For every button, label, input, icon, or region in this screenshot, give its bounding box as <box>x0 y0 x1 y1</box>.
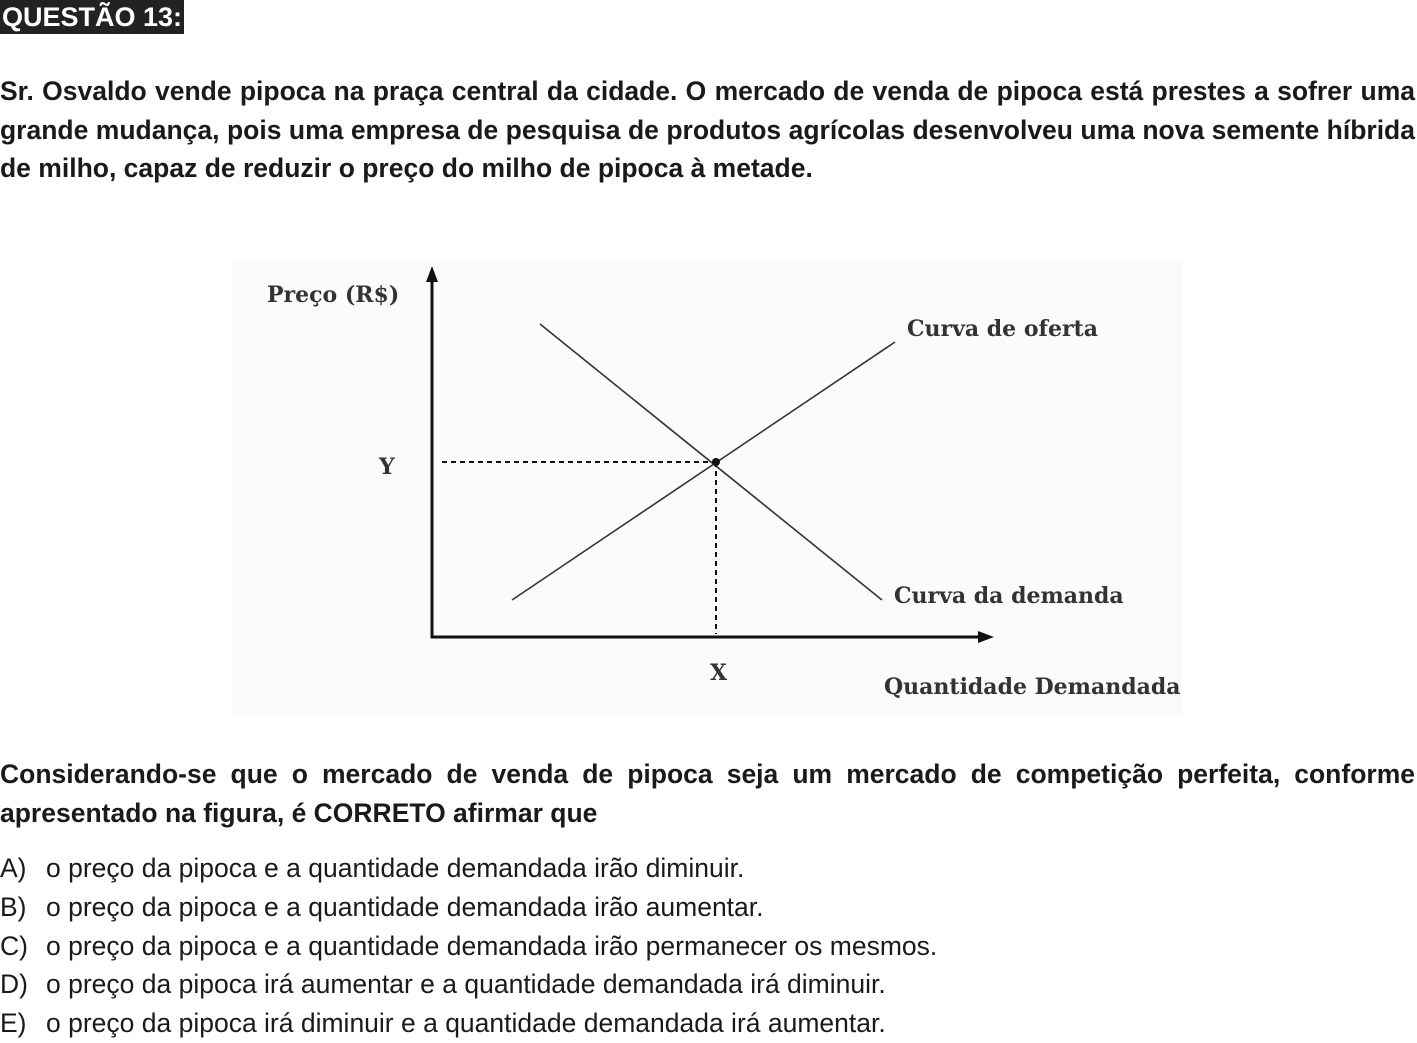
equilibrium-quantity-label: X <box>710 660 728 686</box>
answer-options: A) o preço da pipoca e a quantidade deman… <box>0 849 937 1043</box>
option-letter: E) <box>0 1008 27 1039</box>
supply-curve-label: Curva de oferta <box>907 316 1098 342</box>
supply-demand-chart: Preço (R$) Curva de oferta Curva da dema… <box>267 266 1180 700</box>
option-letter: A) <box>0 853 27 883</box>
demand-curve-label: Curva da demanda <box>894 583 1124 609</box>
equilibrium-point <box>712 458 720 466</box>
y-axis-arrow-icon <box>426 266 438 282</box>
option-a[interactable]: A) o preço da pipoca e a quantidade deman… <box>0 849 937 888</box>
option-text: o preço da pipoca e a quantidade demanda… <box>46 853 745 883</box>
option-c[interactable]: C) o preço da pipoca e a quantidade deman… <box>0 927 937 966</box>
question-stem: Considerando-se que o mercado de venda d… <box>0 759 1415 828</box>
supply-curve <box>511 341 896 601</box>
option-d[interactable]: D) o preço da pipoca irá aumentar e a qua… <box>0 965 937 1004</box>
demand-curve <box>539 323 883 601</box>
y-axis-label: Preço (R$) <box>267 282 399 308</box>
option-text: o preço da pipoca irá aumentar e a quant… <box>46 969 886 1000</box>
equilibrium-price-label: Y <box>378 454 395 480</box>
x-axis-label: Quantidade Demandada <box>884 674 1180 700</box>
supply-demand-figure: Preço (R$) Curva de oferta Curva da dema… <box>232 262 1182 714</box>
option-text: o preço da pipoca irá diminuir e a quant… <box>46 1008 886 1039</box>
option-letter: B) <box>0 891 27 922</box>
option-letter: C) <box>0 930 28 961</box>
question-number: QUESTÃO 13: <box>0 0 185 34</box>
option-letter: D) <box>0 969 28 1000</box>
option-e[interactable]: E) o preço da pipoca irá diminuir e a qua… <box>0 1004 937 1043</box>
option-text: o preço da pipoca e a quantidade demanda… <box>46 891 764 922</box>
question-intro-text: Sr. Osvaldo vende pipoca na praça centra… <box>0 76 1415 183</box>
option-text: o preço da pipoca e a quantidade demanda… <box>46 930 938 961</box>
option-b[interactable]: B) o preço da pipoca e a quantidade deman… <box>0 888 937 927</box>
x-axis-arrow-icon <box>978 631 994 643</box>
